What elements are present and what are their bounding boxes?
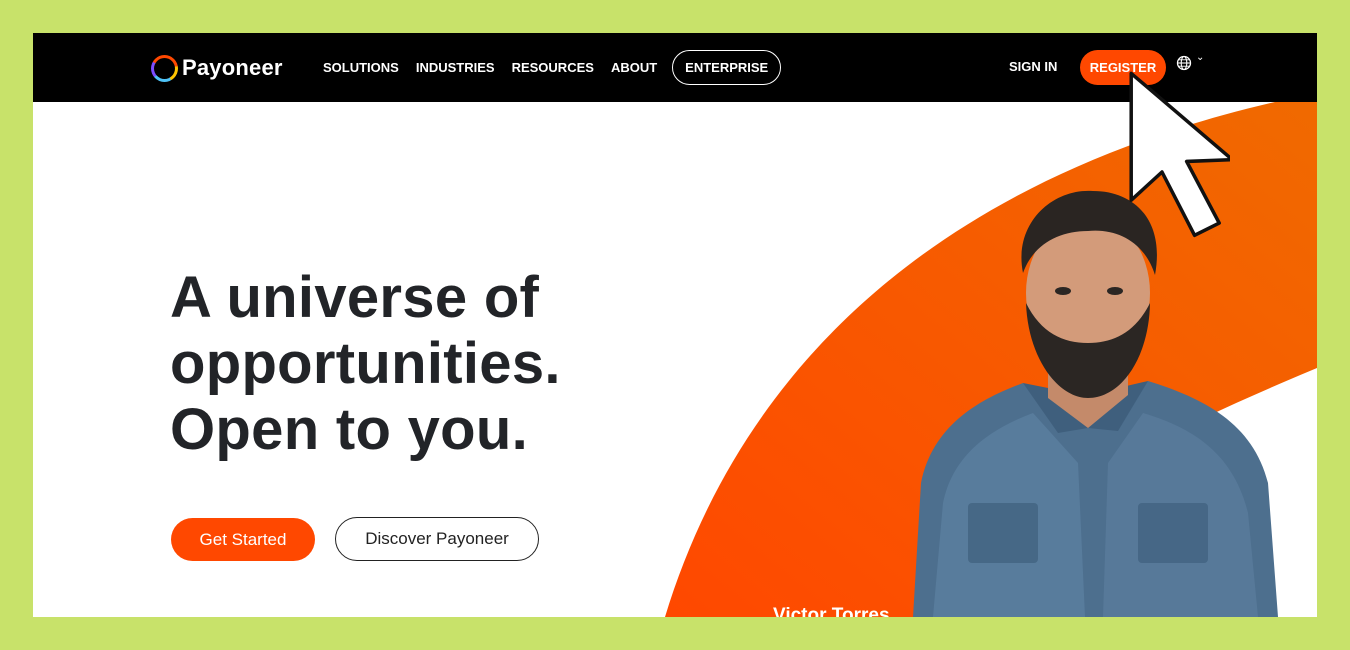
payoneer-logo[interactable]: Payoneer [151, 52, 283, 84]
logo-wordmark: Payoneer [182, 55, 283, 80]
hero-person-image [913, 190, 1278, 617]
nav-resources[interactable]: RESOURCES [512, 60, 594, 75]
mouse-pointer-icon [1129, 71, 1230, 238]
payoneer-logo-ring-icon [151, 54, 178, 82]
nav-about[interactable]: ABOUT [611, 60, 657, 75]
nav-solutions[interactable]: SOLUTIONS [323, 60, 399, 75]
hero-person-caption: Victor Torres [773, 605, 890, 617]
nav-enterprise-button[interactable]: ENTERPRISE [672, 50, 782, 85]
sign-in-link[interactable]: SIGN IN [1009, 59, 1057, 74]
main-nav-links: SOLUTIONS INDUSTRIES RESOURCES ABOUT ENT… [323, 33, 798, 102]
nav-industries[interactable]: INDUSTRIES [416, 60, 495, 75]
